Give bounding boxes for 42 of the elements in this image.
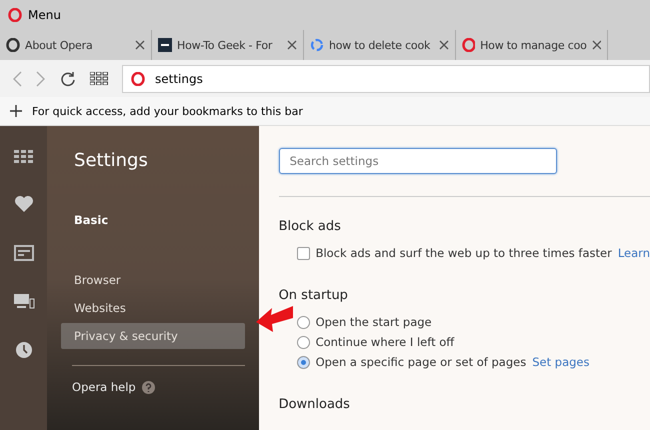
sidebar-item[interactable]: Privacy & security	[61, 323, 245, 349]
radio-button[interactable]	[296, 356, 310, 368]
help-icon	[142, 380, 155, 394]
option-link[interactable]: Learn	[618, 246, 650, 260]
devices-icon[interactable]	[12, 293, 34, 309]
menu-label[interactable]: Menu	[28, 8, 61, 22]
option-label: Open the start page	[316, 315, 432, 329]
opera-logo-icon	[6, 38, 20, 52]
option-link[interactable]: Set pages	[532, 355, 590, 369]
settings-title: Settings	[74, 150, 149, 171]
clock-icon[interactable]	[14, 341, 32, 359]
sidebar-item[interactable]: Browser	[61, 267, 245, 293]
grid-icon[interactable]	[14, 150, 34, 163]
section-heading: Downloads	[278, 397, 351, 412]
option-label: Open a specific page or set of pages	[316, 355, 526, 369]
speed-dial-icon[interactable]	[90, 72, 108, 85]
radio-button[interactable]	[296, 316, 310, 328]
add-icon[interactable]	[10, 105, 22, 117]
help-link[interactable]: Opera help	[72, 380, 136, 394]
opera-logo-icon	[8, 8, 22, 22]
close-icon[interactable]	[592, 40, 601, 50]
htg-logo-icon	[158, 38, 172, 52]
reload-icon[interactable]	[60, 70, 76, 86]
option-label: Block ads and surf the web up to three times faster	[316, 246, 612, 260]
section-heading: On startup	[278, 288, 349, 303]
section-heading: Block ads	[278, 219, 342, 234]
close-icon[interactable]	[439, 40, 449, 50]
news-icon[interactable]	[14, 245, 34, 261]
sidebar-item[interactable]: Websites	[61, 295, 245, 321]
bookmarks-hint: For quick access, add your bookmarks to this bar	[32, 104, 303, 118]
option-label: Continue where I left off	[316, 335, 454, 349]
close-icon[interactable]	[135, 40, 145, 50]
checkbox[interactable]	[296, 246, 310, 260]
google-logo-icon	[310, 38, 324, 52]
address-field[interactable]: settings	[122, 64, 650, 92]
opera-logo-icon	[462, 38, 476, 52]
heart-icon[interactable]	[14, 195, 34, 213]
close-icon[interactable]	[287, 40, 297, 50]
radio-button[interactable]	[296, 336, 310, 348]
opera-logo-icon	[131, 72, 145, 86]
search-field[interactable]: Search settings	[278, 148, 557, 174]
sidebar-item[interactable]: Basic	[61, 207, 245, 233]
